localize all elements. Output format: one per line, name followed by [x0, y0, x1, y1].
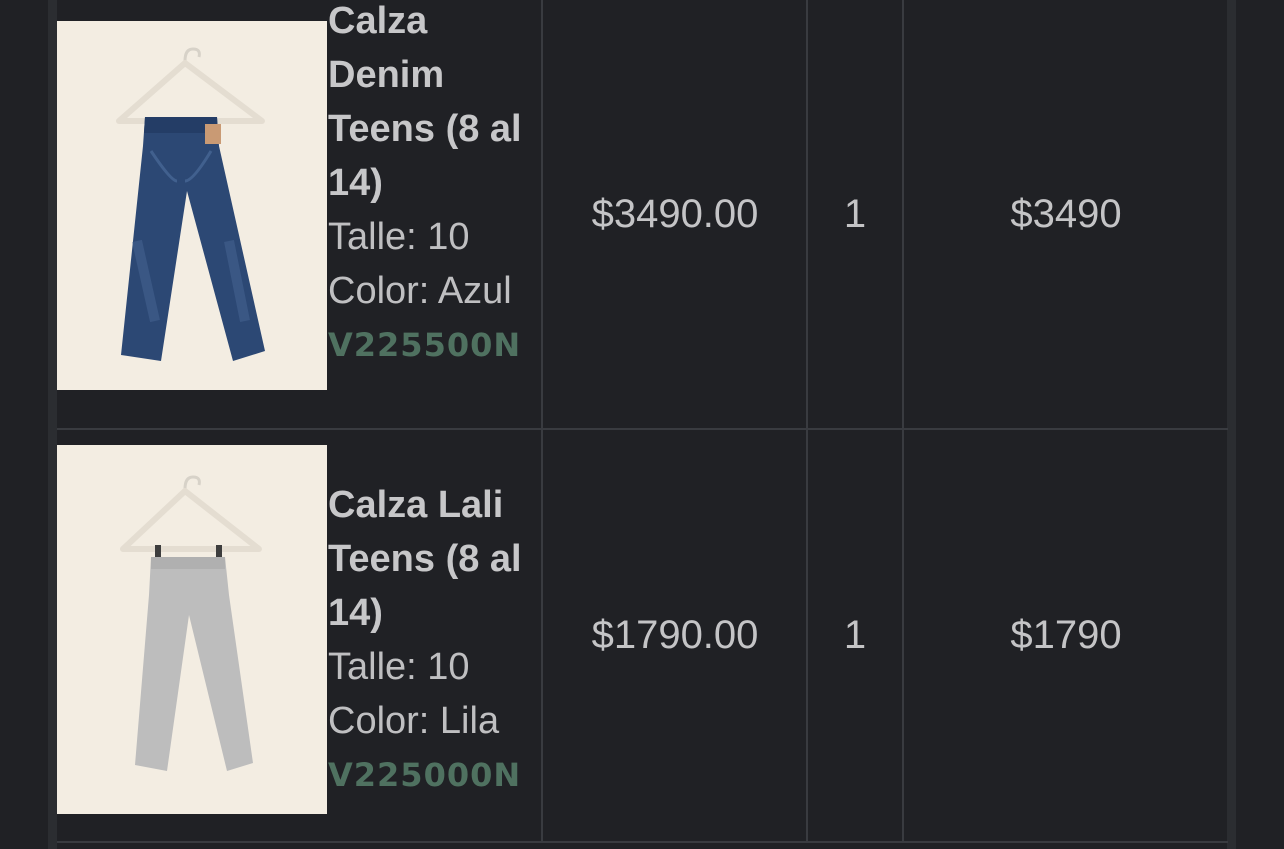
- product-sku: V225500N: [328, 326, 522, 364]
- grey-leggings-icon: [57, 445, 327, 814]
- product-details: Calza Denim Teens (8 al 14) Talle: 10 Co…: [328, 0, 541, 372]
- product-details: Calza Lali Teens (8 al 14) Talle: 10 Col…: [328, 478, 541, 802]
- cart-page: Calza Denim Teens (8 al 14) Talle: 10 Co…: [0, 0, 1284, 849]
- subtotal: $1790: [1010, 613, 1122, 657]
- cart-row: Calza Denim Teens (8 al 14) Talle: 10 Co…: [57, 0, 1228, 428]
- row-divider: [57, 841, 1228, 843]
- product-image[interactable]: [57, 445, 327, 814]
- unit-price: $1790.00: [591, 613, 759, 657]
- denim-jeans-icon: [57, 21, 327, 390]
- product-size: Talle: 10: [328, 216, 470, 258]
- product-color: Color: Azul: [328, 270, 512, 312]
- column-divider: [541, 430, 543, 841]
- product-sku: V225000N: [328, 756, 522, 794]
- quantity: 1: [843, 191, 867, 236]
- product-color: Color: Lila: [328, 700, 500, 742]
- product-image[interactable]: [57, 21, 327, 390]
- product-size: Talle: 10: [328, 646, 470, 688]
- product-name[interactable]: Calza Denim Teens (8 al 14): [328, 0, 541, 210]
- product-name[interactable]: Calza Lali Teens (8 al 14): [328, 478, 541, 640]
- cart-row: Calza Lali Teens (8 al 14) Talle: 10 Col…: [57, 430, 1228, 841]
- unit-price: $3490.00: [591, 191, 759, 236]
- quantity: 1: [843, 613, 867, 657]
- column-divider: [541, 0, 543, 428]
- subtotal: $3490: [1010, 191, 1122, 236]
